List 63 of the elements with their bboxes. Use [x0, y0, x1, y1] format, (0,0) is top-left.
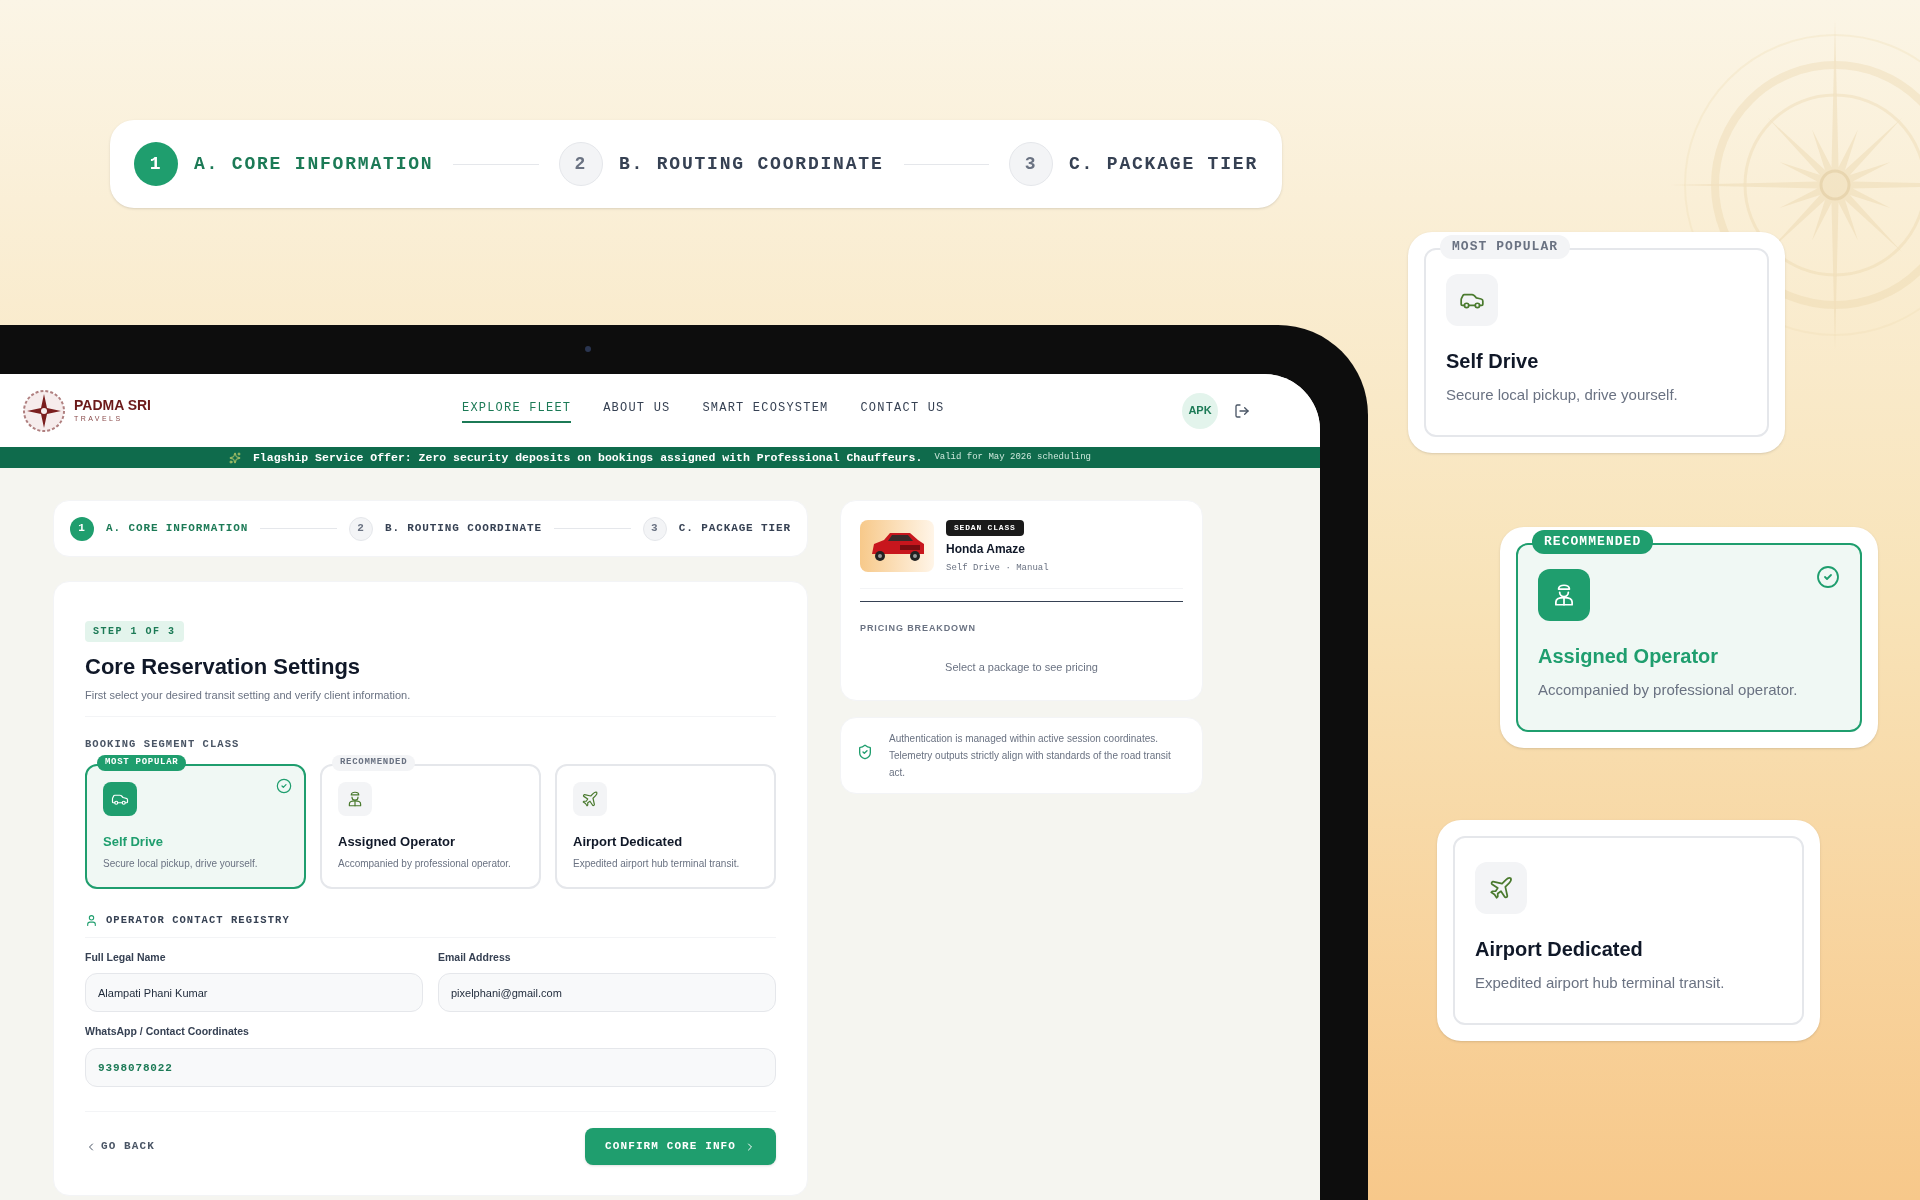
- step-tab[interactable]: 1 A. CORE INFORMATION: [134, 142, 434, 186]
- nav-link[interactable]: CONTACT US: [860, 398, 945, 423]
- option-title: Airport Dedicated: [573, 833, 684, 852]
- airplane-icon: [581, 790, 599, 809]
- back-button[interactable]: GO BACK: [85, 1138, 155, 1155]
- tag-label: RECOMMENDED: [332, 755, 416, 771]
- segment-option[interactable]: Airport Dedicated Expedited airport hub terminal transit.: [1453, 836, 1804, 1025]
- step-badge: STEP 1 OF 3: [85, 621, 184, 642]
- airplane-icon: [1488, 875, 1514, 901]
- input-field[interactable]: pixelphani@gmail.com: [438, 973, 776, 1013]
- option-description: Accompanied by professional operator.: [338, 856, 512, 871]
- nav-link[interactable]: SMART ECOSYSTEM: [702, 398, 829, 423]
- field-label: Email Address: [438, 949, 512, 965]
- shield-icon: [857, 743, 873, 760]
- segment-option[interactable]: Assigned Operator Accompanied by professional operator.: [320, 764, 541, 889]
- option-title: Self Drive: [1446, 349, 1540, 374]
- input-field[interactable]: Alampati Phani Kumar: [85, 973, 423, 1013]
- person-with-cap-icon: [346, 790, 364, 809]
- tag-label: MOST POPULAR: [97, 755, 187, 771]
- logo-icon: [22, 388, 66, 433]
- option-description: Secure local pickup, drive yourself.: [103, 856, 259, 871]
- check-icon: [1816, 565, 1840, 589]
- vehicle-name: Honda Amaze: [946, 541, 1026, 558]
- vehicle-meta: Self Drive · Manual: [946, 562, 1049, 575]
- pricing-empty-text: Select a package to see pricing: [944, 660, 1099, 675]
- pricing-label: PRICING BREAKDOWN: [860, 621, 977, 635]
- field-label: WhatsApp / Contact Coordinates: [85, 1024, 250, 1040]
- step-tab[interactable]: 3 C. PACKAGE TIER: [1009, 142, 1258, 186]
- option-description: Secure local pickup, drive yourself.: [1446, 385, 1679, 405]
- nav-link[interactable]: ABOUT US: [603, 398, 671, 423]
- tag-label: MOST POPULAR: [1440, 235, 1571, 259]
- class-tag: SEDAN CLASS: [946, 520, 1024, 536]
- person-icon: [85, 914, 98, 928]
- option-description: Expedited airport hub terminal transit.: [1475, 973, 1726, 993]
- option-description: Expedited airport hub terminal transit.: [573, 856, 741, 871]
- step-tab[interactable]: 2 B. ROUTING COORDINATE: [348, 516, 542, 541]
- option-title: Self Drive: [103, 833, 164, 852]
- tag-label: RECOMMENDED: [1532, 530, 1654, 554]
- user-avatar[interactable]: APK: [1182, 392, 1218, 429]
- form-subtitle: First select your desired transit setting and verify client information.: [85, 688, 412, 703]
- brand-name: PADMA SRI: [74, 396, 151, 414]
- sparkle-icon: [228, 451, 241, 464]
- form-title: Core Reservation Settings: [85, 653, 362, 681]
- segment-option[interactable]: Self Drive Secure local pickup, drive yourself.: [85, 764, 306, 889]
- section-label: OPERATOR CONTACT REGISTRY: [106, 912, 290, 928]
- input-field[interactable]: 9398078022: [85, 1048, 776, 1087]
- step-tab[interactable]: 1 A. CORE INFORMATION: [70, 516, 249, 541]
- option-title: Assigned Operator: [338, 833, 457, 852]
- segment-option[interactable]: Airport Dedicated Expedited airport hub terminal transit.: [555, 764, 776, 889]
- option-title: Assigned Operator: [1538, 644, 1720, 669]
- offer-text: Flagship Service Offer: Zero security deposits on bookings assigned with Professional Chauffeurs.: [252, 449, 923, 466]
- option-title: Airport Dedicated: [1475, 937, 1644, 962]
- notice-text: Authentication is managed within active session coordinates. Telemetry outputs strictly align with standards of the road transit act.: [889, 731, 1172, 780]
- camera-icon: [585, 346, 591, 352]
- field-label: Full Legal Name: [85, 949, 167, 965]
- step-tab[interactable]: 2 B. ROUTING COORDINATE: [558, 142, 884, 186]
- nav-link[interactable]: EXPLORE FLEET: [462, 398, 572, 423]
- offer-note: Valid for May 2026 scheduling: [934, 450, 1092, 464]
- logout-icon[interactable]: [1234, 402, 1250, 419]
- check-icon: [276, 778, 292, 795]
- step-tab[interactable]: 3 C. PACKAGE TIER: [642, 516, 791, 541]
- option-description: Accompanied by professional operator.: [1538, 680, 1799, 700]
- section-label: BOOKING SEGMENT CLASS: [85, 736, 241, 752]
